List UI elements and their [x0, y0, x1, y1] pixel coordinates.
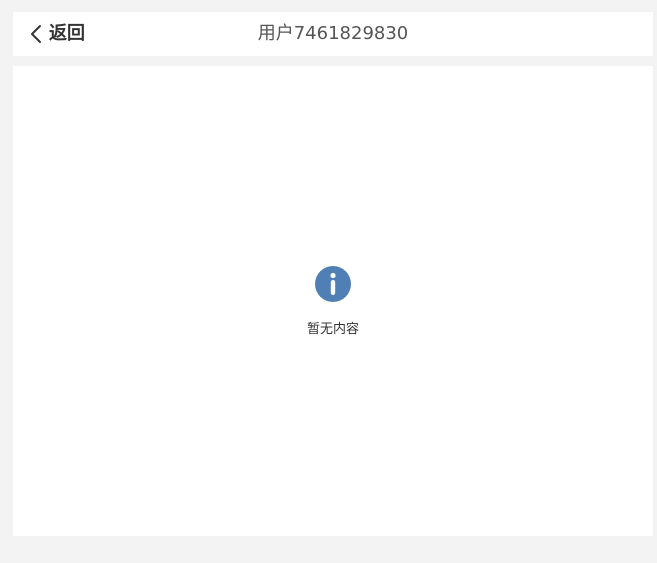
- empty-state-message: 暂无内容: [306, 322, 359, 337]
- chevron-left-icon: [29, 24, 43, 44]
- back-button-label: 返回: [49, 23, 85, 44]
- top-navigation-bar: 返回 用户7461829830: [13, 12, 653, 56]
- info-icon: [314, 265, 352, 303]
- content-panel: 暂无内容: [13, 66, 653, 536]
- page-title: 用户7461829830: [257, 23, 409, 44]
- back-button[interactable]: 返回: [29, 12, 85, 56]
- empty-state: 暂无内容: [13, 265, 653, 337]
